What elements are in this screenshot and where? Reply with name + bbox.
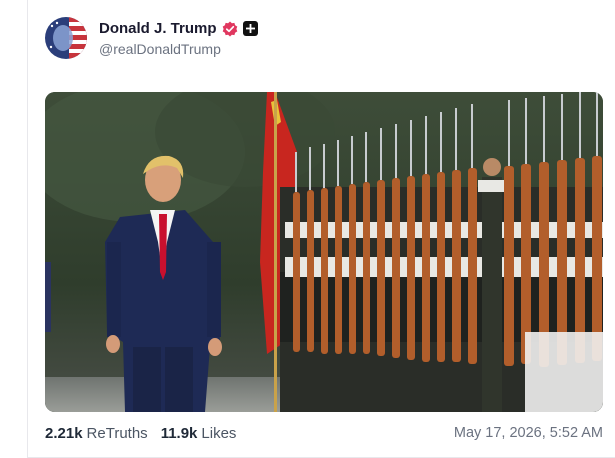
post-media-photo[interactable] (45, 92, 603, 412)
likes-label[interactable]: Likes (201, 425, 236, 442)
post-footer: 2.21k ReTruths 11.9k Likes May 17, 2026,… (45, 424, 603, 442)
author-row: Donald J. Trump (99, 20, 258, 37)
retruths-count[interactable]: 2.21k (45, 425, 83, 442)
likes-count[interactable]: 11.9k (161, 425, 198, 442)
verified-badge-icon (222, 21, 238, 37)
left-border (27, 0, 28, 458)
retruths-label[interactable]: ReTruths (87, 425, 148, 442)
post-timestamp[interactable]: May 17, 2026, 5:52 AM (454, 425, 603, 441)
plus-badge-icon (242, 21, 258, 36)
handle[interactable]: @realDonaldTrump (99, 41, 221, 57)
photo-honor-guard-icon (45, 92, 603, 412)
display-name[interactable]: Donald J. Trump (99, 20, 217, 37)
avatar-flag-portrait-icon (45, 17, 87, 59)
avatar[interactable] (45, 17, 87, 59)
